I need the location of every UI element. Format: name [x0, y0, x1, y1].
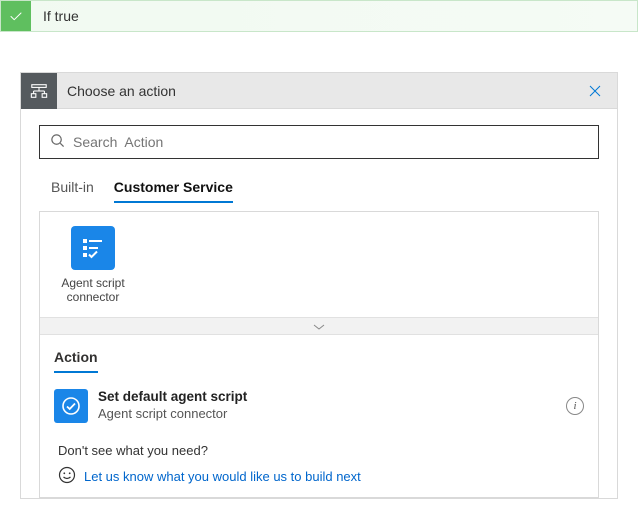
action-section: Action Set default agent script Agent sc…: [40, 335, 598, 427]
choose-action-panel: Choose an action Built-in Customer Servi…: [20, 72, 618, 499]
tabs: Built-in Customer Service: [39, 173, 599, 203]
search-input[interactable]: [65, 133, 588, 151]
action-text: Set default agent script Agent script co…: [88, 389, 566, 422]
connector-agent-script[interactable]: Agent script connector: [52, 226, 134, 305]
footer-link-row: Let us know what you would like us to bu…: [58, 466, 580, 487]
action-set-default-agent-script[interactable]: Set default agent script Agent script co…: [54, 389, 584, 423]
search-icon: [50, 133, 65, 151]
action-section-title: Action: [54, 349, 98, 373]
feedback-link[interactable]: Let us know what you would like us to bu…: [84, 469, 361, 484]
info-icon[interactable]: i: [566, 397, 584, 415]
tab-builtin[interactable]: Built-in: [51, 173, 94, 203]
smile-icon: [58, 466, 76, 487]
panel-footer: Don't see what you need? Let us know wha…: [40, 427, 598, 497]
connector-label: Agent script connector: [52, 276, 134, 305]
action-icon: [54, 389, 88, 423]
panel-title: Choose an action: [57, 83, 583, 99]
agent-script-connector-icon: [71, 226, 115, 270]
chevron-down-icon: [313, 318, 325, 334]
expand-connectors-button[interactable]: [40, 317, 598, 335]
panel-header: Choose an action: [21, 73, 617, 109]
panel-body: Built-in Customer Service: [21, 109, 617, 211]
action-subtitle: Agent script connector: [98, 406, 566, 422]
tab-customer-service[interactable]: Customer Service: [114, 173, 233, 203]
if-true-label: If true: [31, 8, 79, 24]
connectors-list: Agent script connector: [40, 212, 598, 317]
footer-question: Don't see what you need?: [58, 443, 580, 458]
search-input-wrap[interactable]: [39, 125, 599, 159]
check-icon: [1, 1, 31, 31]
connectors-box: Agent script connector Action Set defaul…: [39, 211, 599, 498]
close-icon[interactable]: [583, 79, 607, 103]
action-title: Set default agent script: [98, 389, 566, 406]
if-true-bar: If true: [0, 0, 638, 32]
choose-action-icon: [21, 73, 57, 109]
